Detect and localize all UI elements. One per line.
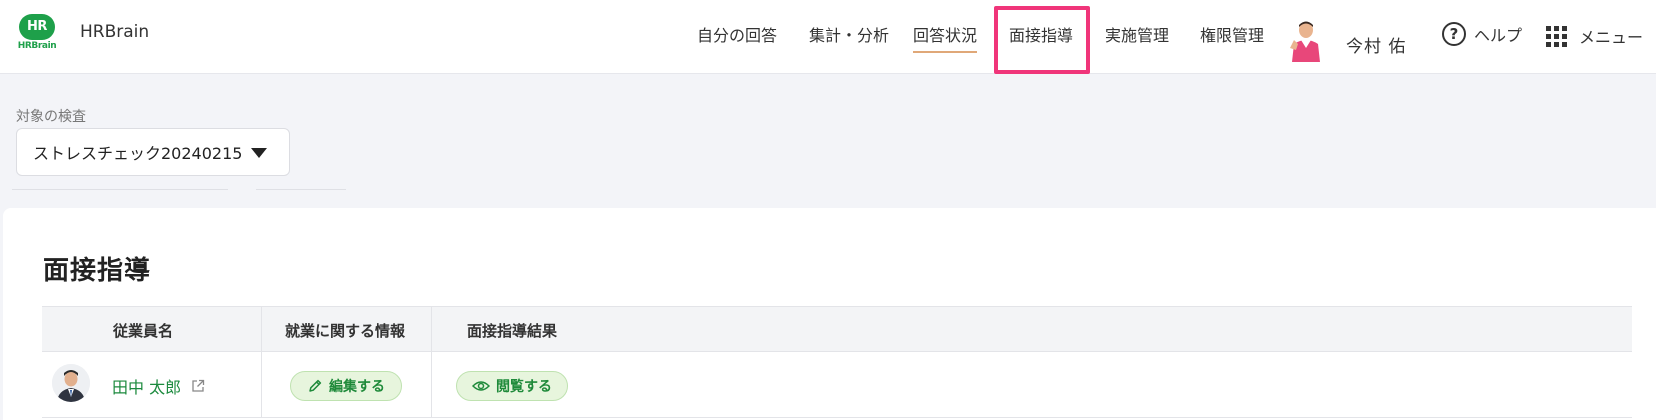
column-divider [431, 307, 432, 351]
question-circle-icon: ? [1442, 22, 1466, 46]
pencil-icon [309, 379, 322, 392]
logo-text: HRBrain [80, 22, 150, 42]
external-link-icon [192, 379, 205, 392]
logo-subtext: HRBrain [17, 41, 57, 51]
logo-bubble: HR [19, 14, 55, 40]
edit-work-info-button[interactable]: 編集する [290, 371, 402, 401]
target-exam-label: 対象の検査 [16, 109, 86, 125]
employee-name: 田中 太郎 [112, 378, 182, 397]
hrbrain-logo[interactable]: HR HRBrain HRBrain [16, 14, 149, 54]
view-result-button[interactable]: 閲覧する [456, 371, 568, 401]
column-header-employee: 従業員名 [113, 322, 174, 340]
nav-response-status[interactable]: 回答状況 [913, 22, 978, 53]
target-exam-selected: ストレスチェック20240215 [33, 144, 243, 163]
column-divider [261, 307, 262, 351]
highlight-annotation-box [994, 6, 1090, 74]
grid-icon [1546, 25, 1567, 47]
nav-implementation-management[interactable]: 実施管理 [1105, 22, 1169, 46]
edit-label: 編集する [329, 379, 385, 395]
table-row: 田中 太郎 編集する 閲覧する [42, 352, 1632, 418]
app-header: HR HRBrain HRBrain 自分の回答 集計・分析 回答状況 面接指導… [0, 0, 1656, 74]
eye-icon [472, 381, 490, 391]
column-divider [431, 352, 432, 418]
caret-down-icon [251, 148, 267, 158]
nav-aggregation-analysis[interactable]: 集計・分析 [809, 22, 889, 46]
help-label: ヘルプ [1474, 26, 1523, 45]
user-avatar[interactable] [1286, 18, 1324, 62]
menu-button[interactable]: メニュー [1546, 24, 1643, 48]
help-button[interactable]: ? ヘルプ [1442, 22, 1522, 46]
target-exam-select[interactable]: ストレスチェック20240215 [16, 128, 290, 176]
view-label: 閲覧する [496, 379, 552, 395]
menu-label: メニュー [1579, 28, 1644, 47]
logo-mark: HR HRBrain [16, 14, 58, 54]
column-divider [261, 352, 262, 418]
employee-avatar [52, 364, 90, 402]
column-header-interview-result: 面接指導結果 [467, 322, 558, 340]
column-header-work-info: 就業に関する情報 [285, 322, 406, 340]
nav-permission-management[interactable]: 権限管理 [1200, 22, 1264, 46]
interview-table: 従業員名 就業に関する情報 面接指導結果 田中 太郎 編集する 閲覧する [42, 306, 1632, 418]
divider [256, 189, 346, 190]
divider [12, 189, 228, 190]
nav-my-answers[interactable]: 自分の回答 [697, 22, 777, 46]
page-title: 面接指導 [43, 256, 152, 286]
user-name[interactable]: 今村 佑 [1346, 32, 1406, 57]
table-header: 従業員名 就業に関する情報 面接指導結果 [42, 306, 1632, 352]
content-card: 面接指導 従業員名 就業に関する情報 面接指導結果 田中 太郎 編集する 閲覧す… [3, 208, 1656, 420]
employee-name-link[interactable]: 田中 太郎 [112, 374, 205, 398]
